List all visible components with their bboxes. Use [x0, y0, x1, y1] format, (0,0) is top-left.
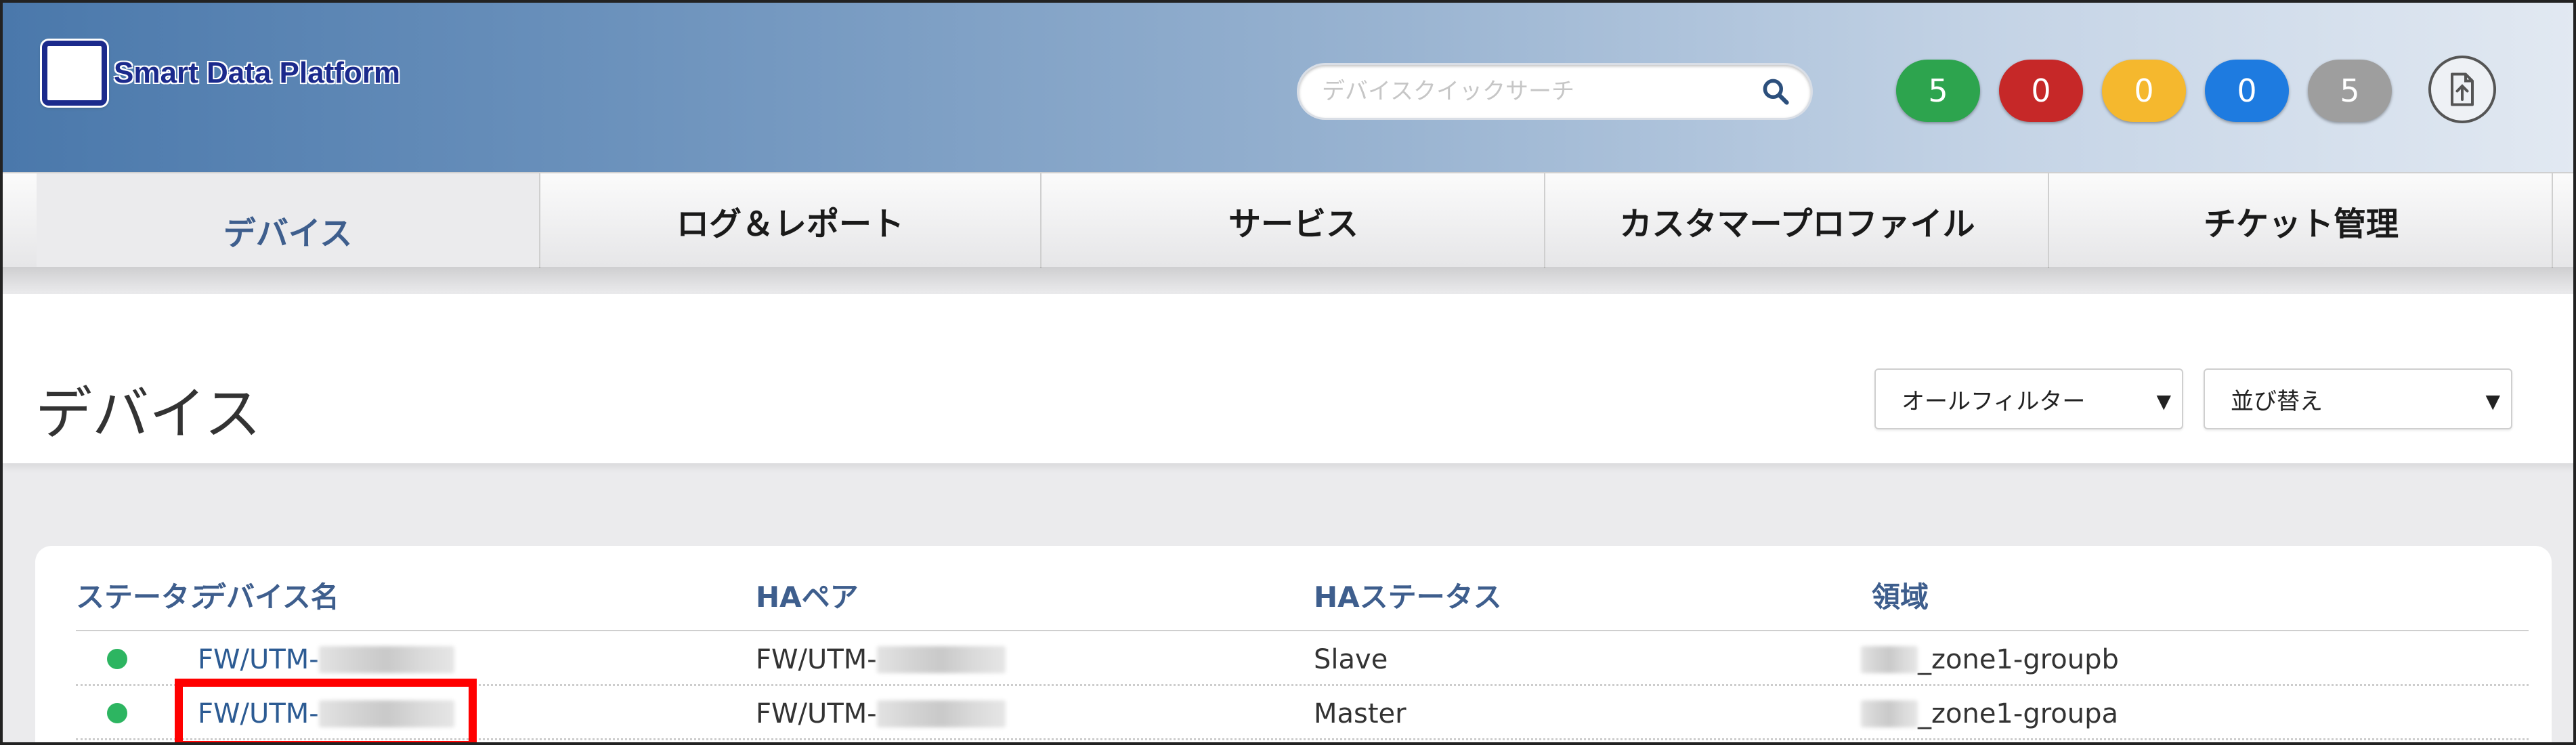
redacted-text	[876, 646, 1006, 673]
device-name-text: FW/UTM-	[198, 644, 319, 675]
region-text: _zone1-groupb	[1918, 644, 2119, 675]
table-row-region: _zone1-groupa	[1861, 695, 2118, 733]
tab-ticket-management[interactable]: チケット管理	[2051, 173, 2553, 268]
column-header-region[interactable]: 領域	[1872, 574, 1929, 616]
status-ok-icon	[107, 703, 127, 723]
redacted-text	[1861, 646, 1918, 673]
caret-down-icon: ▼	[2485, 390, 2500, 412]
status-badge-warning[interactable]: 0	[2102, 60, 2186, 122]
tab-customer-profile[interactable]: カスタマープロファイル	[1547, 173, 2049, 268]
sort-select[interactable]: 並び替え ▼	[2204, 368, 2512, 429]
main-nav: デバイス ログ＆レポート サービス カスタマープロファイル チケット管理	[3, 172, 2573, 287]
table-row-device-link[interactable]: FW/UTM-	[198, 641, 454, 679]
logo-square-icon	[42, 41, 107, 106]
redacted-text	[876, 700, 1006, 727]
region-text: _zone1-groupa	[1918, 698, 2118, 729]
all-filter-select[interactable]: オールフィルター ▼	[1874, 368, 2183, 429]
device-quick-search	[1299, 65, 1811, 118]
table-row-region: _zone1-groupb	[1861, 641, 2119, 679]
top-header: Smart Data Platform 5 0 0 0 5	[3, 3, 2573, 172]
table-row-ha-status: Slave	[1314, 644, 1388, 675]
column-header-ha-pair[interactable]: HAペア	[756, 574, 859, 616]
caret-down-icon: ▼	[2156, 390, 2171, 412]
ha-pair-text: FW/UTM-	[756, 698, 877, 729]
search-icon[interactable]	[1761, 77, 1790, 106]
column-header-status[interactable]: ステータス	[76, 574, 203, 616]
table-header-divider	[76, 630, 2529, 631]
column-header-ha-status[interactable]: HAステータス	[1314, 574, 1502, 616]
highlight-box	[175, 679, 477, 742]
logo[interactable]: Smart Data Platform	[42, 41, 400, 106]
sort-select-label: 並び替え	[2231, 387, 2323, 415]
search-input[interactable]	[1322, 78, 1742, 105]
table-row-ha-pair: FW/UTM-	[756, 695, 1006, 733]
redacted-text	[1861, 700, 1918, 727]
table-row-ha-pair: FW/UTM-	[756, 641, 1006, 679]
status-badge-normal[interactable]: 5	[1896, 60, 1980, 122]
status-badge-info[interactable]: 0	[2205, 60, 2289, 122]
page-title: デバイス	[35, 381, 261, 447]
column-header-device-name[interactable]: デバイス名	[198, 574, 339, 616]
ha-pair-text: FW/UTM-	[756, 644, 877, 675]
all-filter-select-label: オールフィルター	[1902, 387, 2086, 415]
document-upload-icon	[2451, 72, 2474, 106]
status-badge-critical[interactable]: 0	[1999, 60, 2083, 122]
redacted-text	[318, 646, 454, 673]
app-frame: Smart Data Platform 5 0 0 0 5 デバイス ログ＆レポ…	[0, 0, 2576, 745]
tab-services[interactable]: サービス	[1043, 173, 1545, 268]
status-ok-icon	[107, 649, 127, 669]
table-row-ha-status: Master	[1314, 698, 1407, 729]
page-title-bar: デバイス オールフィルター ▼ 並び替え ▼	[3, 294, 2573, 463]
tab-logs-reports[interactable]: ログ＆レポート	[539, 173, 1042, 268]
export-button[interactable]	[2428, 56, 2496, 123]
logo-text: Smart Data Platform	[114, 56, 401, 89]
status-badge-unknown[interactable]: 5	[2308, 60, 2392, 122]
nav-shadow	[3, 267, 2573, 294]
